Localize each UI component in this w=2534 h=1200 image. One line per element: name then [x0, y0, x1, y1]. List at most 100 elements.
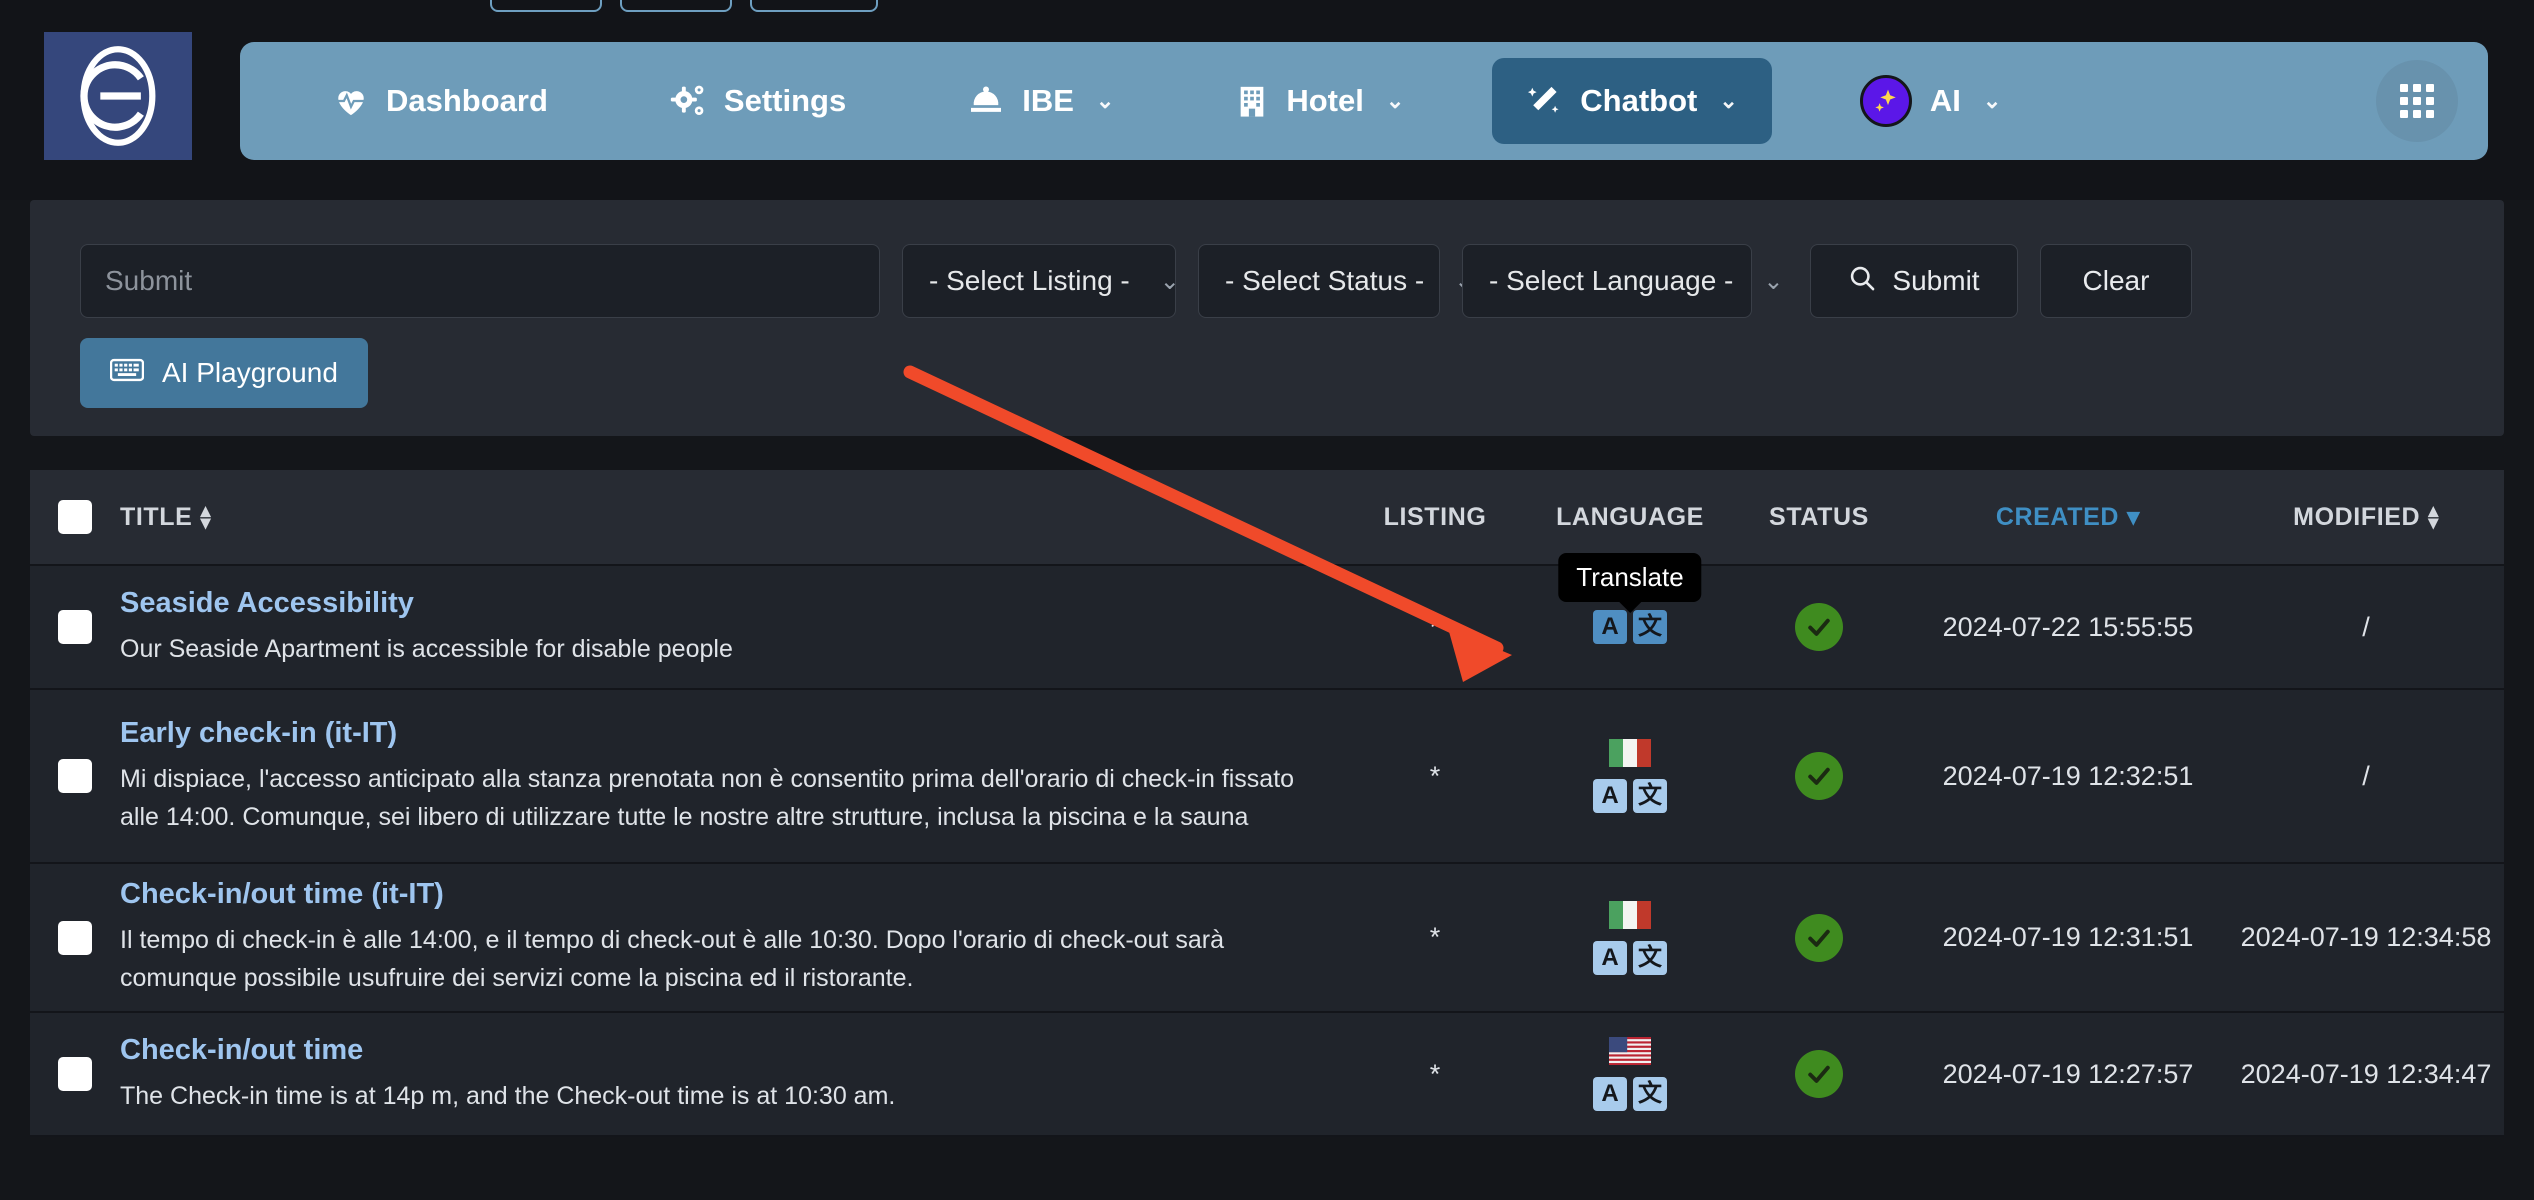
logo-e-icon: [80, 46, 156, 146]
column-header-modified[interactable]: MODIFIED ▴ ▾: [2228, 499, 2504, 534]
nav-label: Hotel: [1286, 83, 1364, 118]
sort-desc-icon: ▾: [2127, 503, 2141, 531]
translate-source-button[interactable]: A: [1593, 1077, 1627, 1111]
row-title-cell: Early check-in (it-IT) Mi dispiace, l'ac…: [120, 717, 1340, 836]
table-row[interactable]: Early check-in (it-IT) Mi dispiace, l'ac…: [30, 690, 2504, 864]
row-status-cell: [1730, 913, 1908, 962]
row-modified: /: [2362, 611, 2370, 642]
submit-button-label: Submit: [1892, 265, 1980, 296]
column-header-status[interactable]: STATUS: [1769, 503, 1869, 532]
status-active-icon: [1795, 913, 1843, 962]
row-checkbox[interactable]: [58, 920, 92, 955]
header-title-cell: TITLE ▴ ▾: [120, 500, 1340, 533]
nav-item-dashboard[interactable]: Dashboard: [300, 58, 582, 144]
partial-pill-3[interactable]: [750, 0, 878, 12]
row-language-cell: A 文: [1530, 739, 1730, 813]
row-listing: *: [1429, 611, 1441, 642]
row-description: Our Seaside Apartment is accessible for …: [120, 634, 733, 663]
row-status-cell: [1730, 752, 1908, 800]
row-description: Il tempo di check-in è alle 14:00, e il …: [120, 926, 1224, 992]
ai-sparkle-icon: [1859, 75, 1912, 127]
header-status-cell: STATUS: [1730, 503, 1908, 532]
row-select-cell: [30, 759, 120, 793]
app-logo[interactable]: [44, 32, 192, 160]
nav-item-ai[interactable]: AI ⌄: [1826, 58, 2035, 144]
table-row[interactable]: Check-in/out time The Check-in time is a…: [30, 1013, 2504, 1137]
row-title-link[interactable]: Check-in/out time: [120, 1034, 1320, 1067]
heartbeat-icon: [334, 85, 368, 117]
listing-select[interactable]: - Select Listing - ⌄: [902, 244, 1180, 318]
ai-playground-label: AI Playground: [162, 357, 338, 388]
nav-item-ibe[interactable]: IBE ⌄: [934, 58, 1148, 144]
translate-buttons: A 文: [1593, 940, 1667, 975]
table-row[interactable]: Check-in/out time (it-IT) Il tempo di ch…: [30, 864, 2504, 1013]
row-title-link[interactable]: Early check-in (it-IT): [120, 717, 1320, 750]
status-select-value: - Select Status -: [1225, 265, 1425, 296]
partial-pill-2[interactable]: [620, 0, 732, 12]
row-listing: *: [1429, 1058, 1441, 1089]
row-language-cell: A 文: [1530, 1037, 1730, 1111]
nav-item-chatbot[interactable]: Chatbot ⌄: [1492, 58, 1772, 144]
language-select[interactable]: - Select Language - ⌄: [1462, 244, 1784, 318]
column-header-listing[interactable]: LISTING: [1340, 503, 1530, 532]
select-all-checkbox[interactable]: [58, 500, 92, 534]
translate-buttons: A 文: [1593, 779, 1667, 813]
table-header-row: TITLE ▴ ▾ LISTING LANGUAGE STATUS CREATED…: [30, 470, 2504, 566]
partial-pill-1[interactable]: [490, 0, 602, 12]
translate-source-button[interactable]: A: [1593, 610, 1627, 644]
apps-grid-button[interactable]: [2376, 60, 2458, 142]
row-language-cell: Translate A 文: [1530, 553, 1730, 644]
nav-item-hotel[interactable]: Hotel ⌄: [1202, 58, 1438, 144]
row-title-link[interactable]: Check-in/out time (it-IT): [120, 878, 1320, 911]
clear-button[interactable]: Clear: [2040, 244, 2192, 318]
status-active-icon: [1795, 603, 1843, 651]
row-checkbox[interactable]: [58, 610, 92, 644]
listing-select-value: - Select Listing -: [929, 265, 1130, 296]
magic-wand-icon: [1526, 83, 1562, 119]
column-header-status-label: STATUS: [1769, 502, 1869, 531]
row-created: 2024-07-19 12:32:51: [1942, 760, 2194, 791]
row-title-cell: Seaside Accessibility Our Seaside Apartm…: [120, 587, 1340, 668]
row-checkbox[interactable]: [58, 759, 92, 793]
row-modified: /: [2362, 760, 2370, 791]
sort-both-icon: ▴ ▾: [2428, 499, 2439, 534]
building-icon: [1236, 84, 1268, 118]
ai-playground-button[interactable]: AI Playground: [80, 338, 368, 408]
filter-panel: - Select Listing - ⌄ - Select Status - ⌄…: [30, 200, 2504, 436]
translate-target-button[interactable]: 文: [1633, 610, 1667, 644]
nav-label: IBE: [1022, 83, 1074, 118]
row-checkbox[interactable]: [58, 1057, 92, 1091]
language-select-value: - Select Language -: [1489, 265, 1734, 296]
row-language-cell: A 文: [1530, 900, 1730, 975]
chevron-down-icon: ⌄: [1982, 88, 2002, 113]
row-modified: 2024-07-19 12:34:47: [2240, 1058, 2492, 1089]
translate-target-button[interactable]: 文: [1633, 1077, 1667, 1111]
row-status-cell: [1730, 603, 1908, 651]
submit-button[interactable]: Submit: [1810, 244, 2018, 318]
nav-label: AI: [1929, 83, 1961, 118]
chevron-down-icon: ⌄: [1719, 88, 1738, 113]
nav-item-settings[interactable]: Settings: [636, 58, 880, 144]
status-select[interactable]: - Select Status - ⌄: [1198, 244, 1474, 318]
column-header-created[interactable]: CREATED ▾: [1908, 502, 2228, 532]
column-header-language[interactable]: LANGUAGE: [1556, 503, 1704, 532]
chevron-down-icon: ⌄: [1159, 267, 1180, 295]
translate-source-button[interactable]: A: [1593, 779, 1627, 813]
partial-pill-group: [490, 0, 878, 12]
translate-source-button[interactable]: A: [1593, 940, 1627, 975]
translate-target-button[interactable]: 文: [1633, 779, 1667, 813]
column-header-listing-label: LISTING: [1383, 502, 1487, 531]
flag-us-icon: [1609, 1037, 1651, 1065]
column-header-language-label: LANGUAGE: [1556, 502, 1704, 531]
header-modified-cell: MODIFIED ▴ ▾: [2228, 499, 2504, 534]
translate-target-button[interactable]: 文: [1633, 940, 1667, 975]
table-row[interactable]: Seaside Accessibility Our Seaside Apartm…: [30, 553, 2504, 690]
search-input[interactable]: [80, 244, 880, 318]
row-select-cell: [30, 610, 120, 644]
row-title-link[interactable]: Seaside Accessibility: [120, 587, 1320, 620]
column-header-title[interactable]: TITLE ▴ ▾: [120, 500, 1320, 533]
row-description: Mi dispiace, l'accesso anticipato alla s…: [120, 764, 1295, 831]
header-language-cell: LANGUAGE: [1530, 503, 1730, 532]
column-header-modified-label: MODIFIED: [2293, 502, 2421, 531]
row-select-cell: [30, 920, 120, 955]
